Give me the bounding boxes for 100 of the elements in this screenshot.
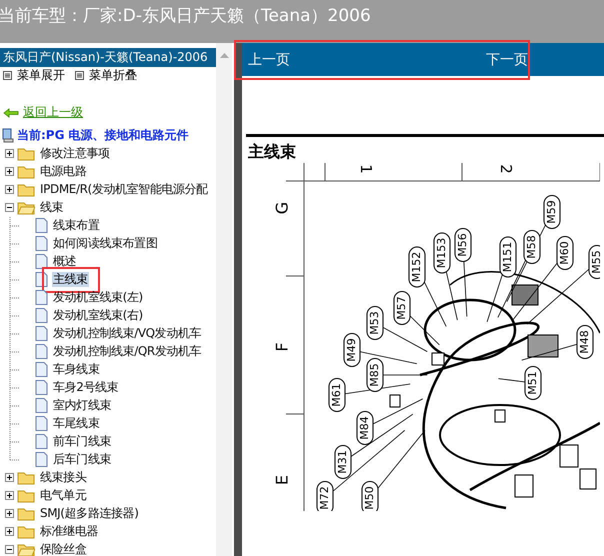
tree-connector-line — [9, 324, 19, 342]
document-icon — [35, 236, 48, 251]
tree-item[interactable]: 线束布置 — [52, 218, 100, 233]
connector-callout: M58 — [524, 230, 540, 264]
computer-icon — [2, 128, 14, 142]
tree-item[interactable]: 后车门线束 — [52, 452, 112, 467]
previous-page-link[interactable]: 上一页 — [248, 50, 290, 68]
connector-callout: M51 — [524, 366, 542, 400]
tree-item[interactable]: 如何阅读线束布置图 — [52, 236, 158, 251]
tree-item[interactable]: 发动机室线束(右) — [52, 308, 144, 323]
row-letter: F — [272, 342, 292, 352]
folder-icon — [17, 488, 35, 502]
tree-item[interactable]: 标准继电器 — [39, 524, 100, 539]
tree-item[interactable]: 修改注意事项 — [39, 146, 111, 161]
document-icon — [35, 218, 48, 233]
folder-icon — [17, 164, 35, 178]
back-arrow-icon — [3, 108, 19, 118]
connector-callout: M61 — [328, 378, 346, 412]
tree-item[interactable]: 车身2号线束 — [52, 380, 120, 395]
connector-callout: M48 — [576, 325, 594, 359]
expand-icon[interactable] — [5, 491, 14, 500]
connector-callout: M59 — [544, 195, 560, 229]
connector-callout: M56 — [454, 228, 472, 262]
tree-item[interactable]: 发动机控制线束/QR发动机车 — [52, 344, 202, 359]
document-icon — [35, 380, 48, 395]
document-icon — [35, 344, 48, 359]
connector-block — [528, 334, 558, 358]
document-icon — [35, 254, 48, 269]
expand-icon[interactable] — [5, 185, 14, 194]
collapse-icon[interactable] — [5, 545, 14, 554]
connector-callout: M72 — [316, 481, 334, 511]
next-page-link[interactable]: 下一页 — [486, 50, 528, 68]
highlight-frame — [42, 266, 100, 292]
window-title: 当前车型：厂家:D-东风日产天籁（Teana）2006 — [0, 5, 371, 27]
folder-icon — [17, 506, 35, 520]
connector-callout: M31 — [334, 445, 352, 479]
connector-callout: M57 — [394, 291, 410, 325]
tree-item[interactable]: 主线束 — [52, 272, 89, 287]
menu-action[interactable]: 菜单折叠 — [75, 67, 137, 84]
tree-connector-line — [9, 216, 19, 234]
document-icon — [35, 398, 48, 413]
tree-connector-line — [9, 396, 19, 414]
tree-item[interactable]: 电源电路 — [39, 164, 88, 179]
connector-block — [494, 410, 506, 422]
document-icon — [35, 452, 48, 467]
expand-icon[interactable] — [5, 527, 14, 536]
tree-item[interactable]: SMJ(超多路连接器) — [39, 506, 140, 521]
connector-callout: M50 — [362, 481, 378, 511]
tree-connector-line — [9, 342, 19, 360]
tree-item[interactable]: 电气单元 — [39, 488, 88, 503]
tree-item[interactable]: 概述 — [52, 254, 78, 269]
row-letter: G — [272, 202, 292, 214]
tree-item[interactable]: 发动机控制线束/VQ发动机车 — [52, 326, 202, 341]
connector-block — [390, 394, 400, 408]
column-number: 2 — [496, 164, 515, 174]
tree-item[interactable]: 线束接头 — [39, 470, 88, 485]
expand-icon[interactable] — [5, 473, 14, 482]
expand-icon[interactable] — [5, 509, 14, 518]
tree-item[interactable]: 车尾线束 — [52, 416, 100, 431]
connector-callout: M49 — [344, 333, 360, 367]
scrollbar[interactable] — [216, 43, 232, 556]
connector-block — [580, 468, 596, 490]
expand-icon[interactable] — [5, 167, 14, 176]
list-icon — [75, 71, 84, 80]
model-header[interactable]: 东风日产(Nissan)-天籁(Teana)-2006 — [0, 48, 216, 67]
tree-connector-line — [9, 270, 19, 288]
tree-item[interactable]: 发动机室线束(左) — [52, 290, 144, 305]
expand-icon[interactable] — [5, 149, 14, 158]
back-link[interactable]: 返回上一级 — [3, 104, 83, 121]
connector-callout: M152 — [408, 246, 426, 288]
tree-item[interactable]: 室内灯线束 — [52, 398, 112, 413]
list-icon — [3, 71, 12, 80]
tree-item[interactable]: 保险丝盒 — [39, 542, 88, 556]
tree-connector-line — [9, 252, 19, 270]
connector-callout: M85 — [366, 358, 384, 392]
folder-icon — [17, 542, 35, 556]
tree-connector-line — [9, 306, 19, 324]
tree-item[interactable]: IPDME/R(发动机室智能电源分配 — [39, 182, 209, 197]
connector-block — [512, 284, 538, 306]
connector-callout: M53 — [366, 306, 384, 340]
connector-block — [514, 474, 534, 498]
connector-callout: M84 — [356, 411, 374, 445]
current-section: 当前:PG 电源、接地和电路元件 — [17, 126, 189, 144]
tree-connector-line — [9, 288, 19, 306]
collapse-icon[interactable] — [5, 203, 14, 212]
tree-connector-line — [9, 414, 19, 432]
menu-action[interactable]: 菜单展开 — [3, 67, 65, 84]
connector-callout: M60 — [556, 236, 574, 270]
document-icon — [35, 416, 48, 431]
folder-icon — [17, 200, 35, 214]
row-letter: E — [272, 474, 292, 486]
document-icon — [35, 434, 48, 449]
document-icon — [35, 362, 48, 377]
tree-item[interactable]: 前车门线束 — [52, 434, 112, 449]
tree-item[interactable]: 线束 — [39, 200, 64, 215]
tree-connector-line — [9, 234, 19, 252]
connector-callout: M153 — [434, 232, 450, 274]
tree-item[interactable]: 车身线束 — [52, 362, 100, 377]
connector-block — [560, 444, 578, 468]
document-icon — [35, 326, 48, 341]
